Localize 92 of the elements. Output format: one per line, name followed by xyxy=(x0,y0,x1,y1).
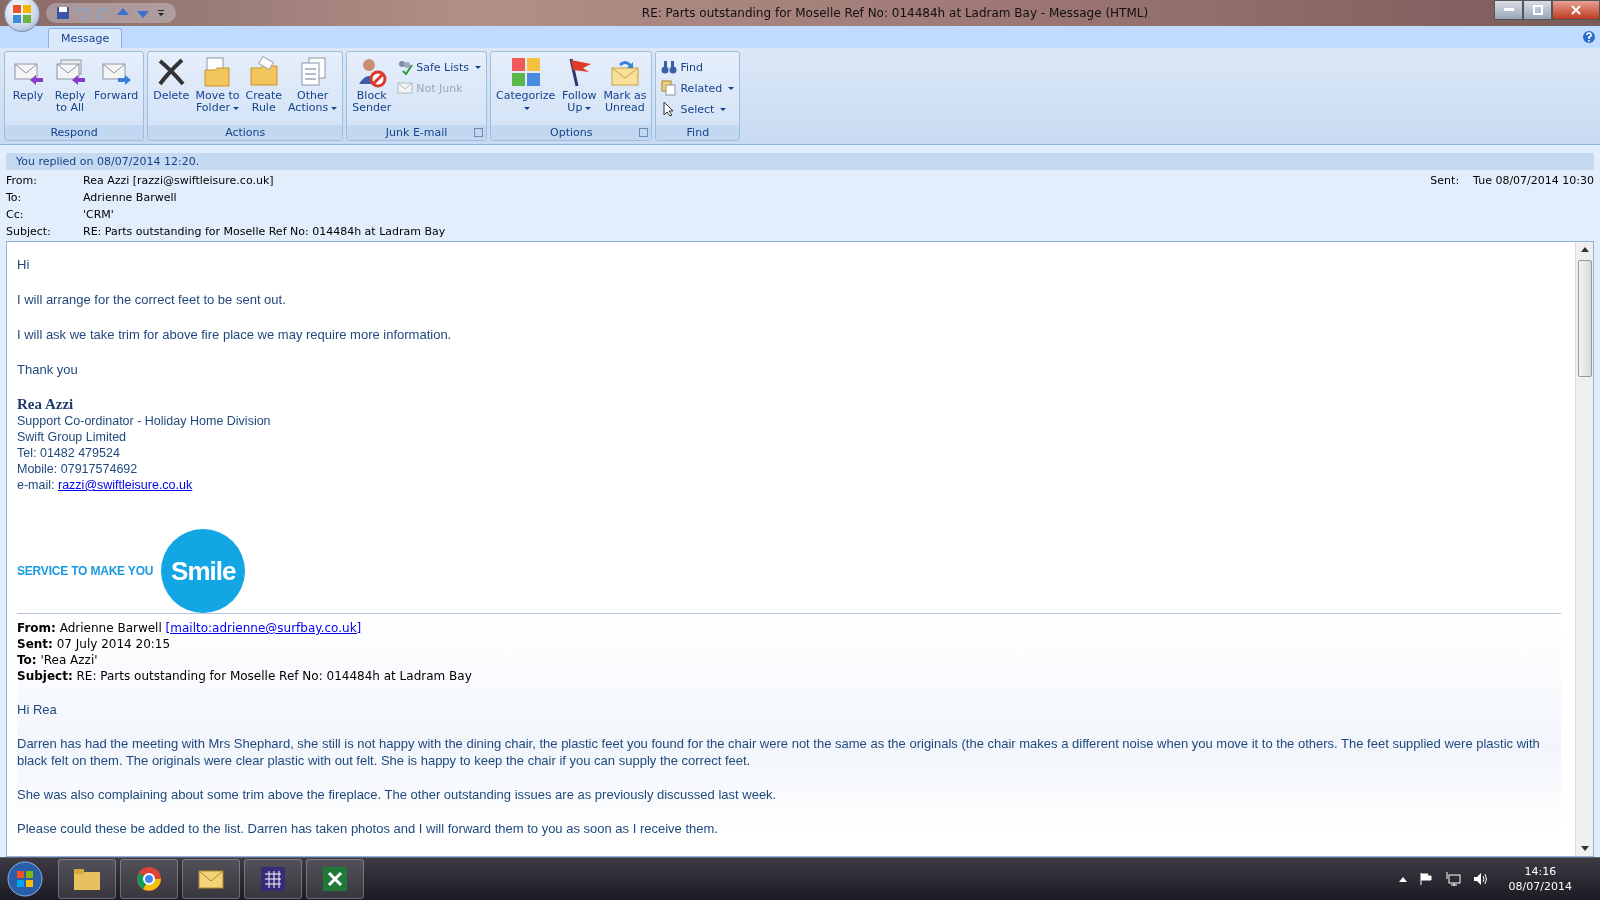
restore-icon xyxy=(1532,5,1543,15)
field-value: RE: Parts outstanding for Moselle Ref No: 014484h at Ladram Bay xyxy=(83,225,446,238)
field-label: Subject: xyxy=(17,669,73,683)
body-paragraph: Hi Rea xyxy=(17,701,58,718)
signature-line: Mobile: 07917574692 xyxy=(17,461,139,477)
body-paragraph: Please could these be added to the list. Darren has taken photos and I will forward them to you as soon as I receive them. xyxy=(17,820,719,837)
ribbon-button[interactable]: Forward xyxy=(91,54,142,125)
field-value: Adrienne Barwell xyxy=(58,621,163,635)
window-title: RE: Parts outstanding for Moselle Ref No: 014484h at Ladram Bay - Message (HTML) xyxy=(640,6,1150,20)
group-label: Actions xyxy=(225,126,266,139)
field-label: Cc: xyxy=(6,208,25,221)
body-paragraph: Darren has had the meeting with Mrs Shephard, she still is not happy with the dining chair, the plastic feet you found for the chair were not the same as the originals (the chair makes a different noise when you move it to the others. The feet supplied were plastic with black felt on them. The originals were clear plastic with out felt. She is happy to keep the chair if you can supply the correct feet. xyxy=(17,735,1541,769)
body-paragraph: Hi xyxy=(17,256,31,274)
reply-info-bar: You replied on 08/07/2014 12:20. xyxy=(6,153,1594,170)
field-value: Rea Azzi [razzi@swiftleisure.co.uk] xyxy=(83,174,274,187)
ribbon-button[interactable]: Find xyxy=(661,58,735,76)
stacked-documents-icon xyxy=(661,80,678,96)
ribbon-button[interactable]: Block Sender xyxy=(349,54,395,125)
taskbar-clock[interactable]: 14:16 08/07/2014 xyxy=(1508,864,1572,894)
browser-taskbar-icon[interactable] xyxy=(120,859,178,899)
group-label: Respond xyxy=(50,126,98,139)
email-link[interactable]: [mailto:adrienne@surfbay.co.uk] xyxy=(165,621,362,635)
people-check-icon xyxy=(397,59,414,75)
scroll-thumb[interactable] xyxy=(1577,260,1592,377)
customize-caret-icon[interactable] xyxy=(156,8,166,18)
start-button[interactable] xyxy=(6,860,44,898)
field-label: Sent: xyxy=(17,637,53,651)
envelope-icon xyxy=(397,80,414,96)
scroll-up-icon[interactable] xyxy=(1580,247,1589,252)
field-label: Subject: xyxy=(6,225,52,238)
color-squares-icon xyxy=(509,56,542,88)
mail-taskbar-icon[interactable] xyxy=(182,859,240,899)
ribbon-button[interactable]: Safe Lists xyxy=(397,58,482,76)
group-label: Find xyxy=(686,126,710,139)
body-paragraph: I will arrange for the correct feet to be sent out. xyxy=(17,291,287,309)
minimize-button[interactable] xyxy=(1494,0,1523,20)
folder-tag-icon xyxy=(247,56,280,88)
ribbon-button[interactable]: Create Rule xyxy=(242,54,285,125)
office-logo-icon xyxy=(11,3,33,25)
calendar-taskbar-icon[interactable] xyxy=(244,859,302,899)
field-value: 07 July 2014 20:15 xyxy=(55,637,171,651)
close-button[interactable] xyxy=(1552,0,1600,20)
minimize-icon xyxy=(1503,8,1514,12)
field-value: 'Rea Azzi' xyxy=(39,653,98,667)
binoculars-icon xyxy=(661,59,678,75)
ribbon-tab[interactable]: Message xyxy=(48,28,123,48)
network-icon[interactable] xyxy=(1444,872,1461,886)
ribbon-button[interactable]: Follow Up xyxy=(558,54,601,125)
field-value: 'CRM' xyxy=(83,208,114,221)
signature-line: e-mail: xyxy=(17,478,56,492)
envelopes-left-arrow-icon xyxy=(54,56,86,88)
smile-logo: Smile xyxy=(161,529,246,613)
ribbon-button[interactable]: Other Actions xyxy=(285,54,341,125)
volume-icon[interactable] xyxy=(1472,872,1489,886)
ribbon-button[interactable]: Categorize xyxy=(493,54,559,125)
scrollbar[interactable] xyxy=(1575,242,1593,856)
email-link[interactable]: razzi@swiftleisure.co.uk xyxy=(58,478,193,492)
field-label: From: xyxy=(17,621,56,635)
spreadsheet-taskbar-icon[interactable] xyxy=(306,859,364,899)
field-value: RE: Parts outstanding for Moselle Ref No: 014484h at Ladram Bay xyxy=(75,669,472,683)
field-label: To: xyxy=(17,653,37,667)
signature-name: Rea Azzi xyxy=(17,396,75,413)
scroll-down-icon[interactable] xyxy=(1580,846,1589,851)
close-icon xyxy=(1571,5,1581,15)
group-label: Options xyxy=(550,126,593,139)
body-paragraph: She was also complaining about some trim above the fireplace. The other outstanding issues are as previously discussed last week. xyxy=(17,786,778,803)
maximize-button[interactable] xyxy=(1523,0,1552,20)
office-button[interactable] xyxy=(4,0,40,32)
signature-line: Swift Group Limited xyxy=(17,429,128,445)
ribbon-button[interactable]: Mark as Unread xyxy=(600,54,650,125)
field-value: Adrienne Barwell xyxy=(83,191,177,204)
logo-tagline: SERVICE TO MAKE YOU xyxy=(17,564,154,578)
ribbon-button[interactable]: Move to Folder xyxy=(192,54,243,125)
ribbon-button[interactable]: Delete xyxy=(150,54,193,125)
ribbon-button[interactable]: Related xyxy=(661,79,735,97)
body-paragraph: Thank you xyxy=(17,361,79,379)
show-hidden-icons[interactable] xyxy=(1398,876,1407,882)
signature-line: Tel: 01482 479524 xyxy=(17,445,121,461)
ribbon-button[interactable]: Reply to All xyxy=(49,54,91,125)
field-label: From: xyxy=(6,174,38,187)
help-icon[interactable] xyxy=(1582,30,1596,44)
field-label: Sent: xyxy=(1430,174,1460,187)
flag-icon[interactable] xyxy=(1418,872,1433,886)
group-label: Junk E-mail xyxy=(385,126,448,139)
folder-taskbar-icon[interactable] xyxy=(58,859,116,899)
save-icon[interactable] xyxy=(56,6,70,20)
body-paragraph: I will ask we take trim for above fire place we may require more information. xyxy=(17,326,453,344)
ribbon-button[interactable]: Reply xyxy=(7,54,49,125)
field-label: To: xyxy=(6,191,23,204)
signature-line: Support Co-ordinator - Holiday Home Division xyxy=(17,413,272,429)
field-value: Tue 08/07/2014 10:30 xyxy=(1473,174,1594,187)
ribbon-button[interactable]: Select xyxy=(661,100,735,118)
